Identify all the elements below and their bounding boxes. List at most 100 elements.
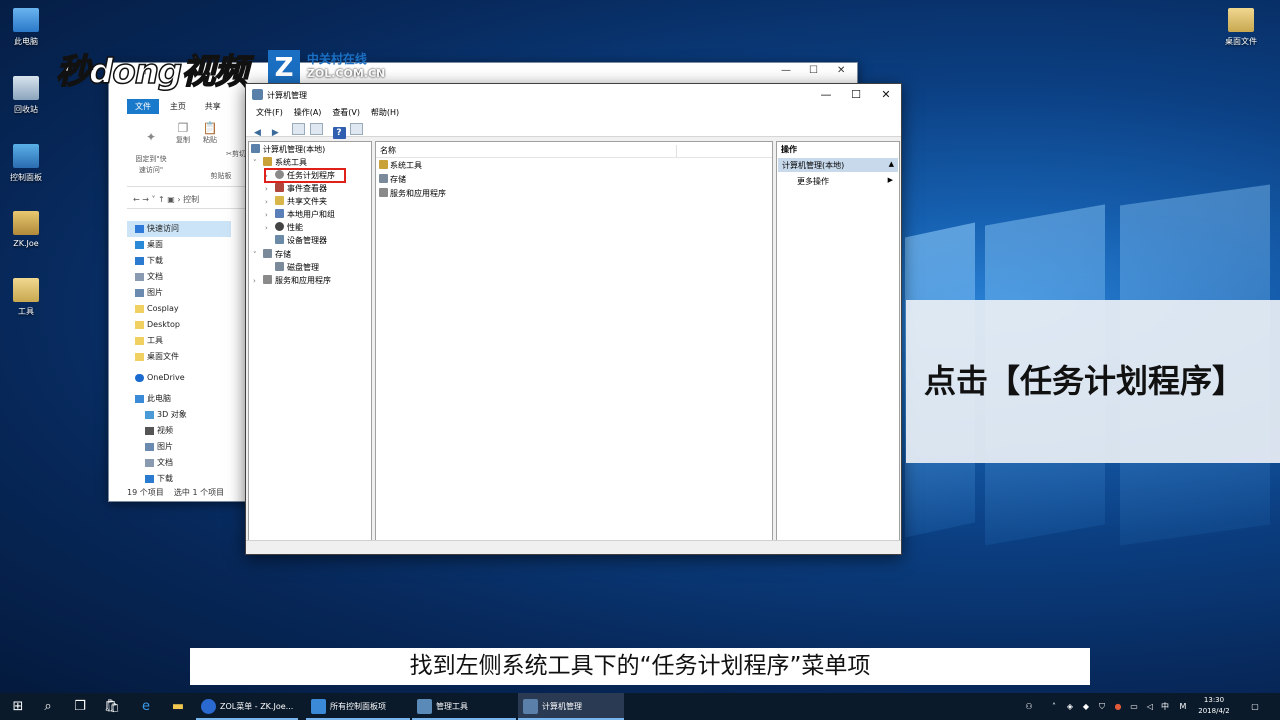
chevron-right-icon[interactable]: › xyxy=(253,275,263,288)
download-icon xyxy=(135,257,144,265)
chevron-right-icon[interactable]: › xyxy=(265,222,275,235)
more-actions-link[interactable]: 更多操作 xyxy=(797,176,829,187)
nav-arrows-icon[interactable]: ← → ˅ ↑ ▣ › xyxy=(133,195,181,204)
maximize-button[interactable]: ☐ xyxy=(809,65,818,76)
tab-file[interactable]: 文件 xyxy=(127,99,159,114)
ribbon-home: ✦ 固定到"快 速访问" ❐ 复制 📋 粘贴 ✂剪切 剪贴板 xyxy=(127,115,247,187)
desktop-icon-control-panel[interactable]: 控制面板 xyxy=(0,144,52,183)
chevron-down-icon[interactable]: ˅ xyxy=(253,249,263,262)
desktop-icon-tools[interactable]: 工具 xyxy=(0,278,52,317)
menu-help[interactable]: 帮助(H) xyxy=(367,105,403,120)
nav-3d-objects[interactable]: 3D 对象 xyxy=(127,407,231,423)
back-arrow-icon[interactable]: ◀ xyxy=(251,127,264,139)
notification-center-icon[interactable]: ▢ xyxy=(1246,693,1264,720)
tree-item-disk-management[interactable]: 磁盘管理 xyxy=(275,261,319,274)
show-hidden-icons[interactable]: ˄ xyxy=(1048,693,1060,720)
store-icon[interactable]: 🛍 xyxy=(96,693,128,720)
shield-icon[interactable]: ⛉ xyxy=(1096,693,1108,720)
nav-videos[interactable]: 视频 xyxy=(127,423,231,439)
search-icon[interactable]: ⌕ xyxy=(32,693,64,720)
nav-this-pc[interactable]: 此电脑 xyxy=(127,391,231,407)
tree-item-shared-folders[interactable]: › 共享文件夹 xyxy=(265,195,327,208)
tree-item-event-viewer[interactable]: › 事件查看器 xyxy=(265,182,327,195)
start-button[interactable]: ⊞ xyxy=(2,693,34,720)
tree-item-performance[interactable]: › 性能 xyxy=(265,221,303,234)
tree-item-storage[interactable]: ˅ 存储 xyxy=(253,248,291,261)
menu-view[interactable]: 查看(V) xyxy=(328,105,364,120)
list-item-system-tools[interactable]: 系统工具 xyxy=(379,159,422,172)
nav-desktop-folder[interactable]: Desktop xyxy=(127,317,231,333)
desktop-icon-zkjoe[interactable]: ZK.Joe xyxy=(0,211,52,248)
taskbar-app-computer-management[interactable]: 计算机管理 xyxy=(518,693,624,720)
shared-folder-icon xyxy=(275,196,284,205)
forward-arrow-icon[interactable]: ▶ xyxy=(269,127,282,139)
nav-desktop[interactable]: 桌面 xyxy=(127,237,231,253)
performance-icon xyxy=(275,222,284,231)
nav-cosplay[interactable]: Cosplay xyxy=(127,301,231,317)
help-icon[interactable]: ? xyxy=(332,127,346,139)
people-icon[interactable]: ⚇ xyxy=(1022,693,1036,720)
column-divider[interactable] xyxy=(676,145,677,157)
nav-documents-pc[interactable]: 文档 xyxy=(127,455,231,471)
tree-item-computer-management[interactable]: 计算机管理(本地) xyxy=(251,143,325,156)
desktop-icon-desktop-files[interactable]: 桌面文件 xyxy=(1215,8,1267,47)
services-icon xyxy=(379,188,388,197)
picture-icon xyxy=(145,443,154,451)
tree-item-local-users-groups[interactable]: › 本地用户和组 xyxy=(265,208,335,221)
tray-app-icon[interactable]: ◈ xyxy=(1064,693,1076,720)
nav-downloads[interactable]: 下载 xyxy=(127,253,231,269)
nav-documents[interactable]: 文档 xyxy=(127,269,231,285)
file-explorer-icon[interactable]: ▬ xyxy=(162,693,194,720)
cut-button[interactable]: ✂剪切 xyxy=(225,149,247,159)
close-button[interactable]: ✕ xyxy=(837,65,845,76)
minimize-button[interactable]: — xyxy=(811,84,841,105)
pin-quick-access-button[interactable]: ✦ 固定到"快 速访问" xyxy=(131,121,171,176)
security-icon[interactable]: ◆ xyxy=(1080,693,1092,720)
ime-mode[interactable]: M xyxy=(1176,693,1190,720)
menu-action[interactable]: 操作(A) xyxy=(290,105,326,120)
export-list-icon[interactable] xyxy=(309,123,323,135)
antivirus-icon[interactable]: ● xyxy=(1112,693,1124,720)
nav-downloads-pc[interactable]: 下载 xyxy=(127,471,231,487)
taskbar-app-zol-menu[interactable]: ZOL菜单 - ZK.Joe... xyxy=(196,693,298,720)
network-icon[interactable]: ▭ xyxy=(1128,693,1140,720)
nav-pictures[interactable]: 图片 xyxy=(127,285,231,301)
nav-tools[interactable]: 工具 xyxy=(127,333,231,349)
desktop-icon-recycle-bin[interactable]: 回收站 xyxy=(0,76,52,115)
taskbar-app-admin-tools[interactable]: 管理工具 xyxy=(412,693,516,720)
minimize-button[interactable]: — xyxy=(781,65,791,76)
tree-item-device-manager[interactable]: 设备管理器 xyxy=(275,234,327,247)
edge-browser-icon[interactable]: e xyxy=(130,693,162,720)
window-titlebar[interactable]: 计算机管理 — ☐ ✕ xyxy=(246,84,901,105)
show-action-pane-icon[interactable] xyxy=(350,123,364,135)
column-header-name[interactable]: 名称 xyxy=(376,142,772,158)
submenu-arrow-icon[interactable]: ▶ xyxy=(888,176,893,184)
list-item-storage[interactable]: 存储 xyxy=(379,173,406,186)
actions-section-computer-management[interactable]: 计算机管理(本地) ▲ xyxy=(778,158,898,172)
menu-file[interactable]: 文件(F) xyxy=(252,105,287,120)
list-item-services-applications[interactable]: 服务和应用程序 xyxy=(379,187,446,200)
address-bar[interactable]: ← → ˅ ↑ ▣ › 控制 xyxy=(127,191,257,209)
task-view-icon[interactable]: ❐ xyxy=(64,693,96,720)
paste-button[interactable]: 📋 粘贴 xyxy=(199,121,221,145)
desktop-icon-this-pc[interactable]: 此电脑 xyxy=(0,8,52,47)
copy-button[interactable]: ❐ 复制 xyxy=(173,121,193,145)
nav-pictures-pc[interactable]: 图片 xyxy=(127,439,231,455)
computer-management-window[interactable]: 计算机管理 — ☐ ✕ 文件(F) 操作(A) 查看(V) 帮助(H) ◀ ▶ … xyxy=(245,83,902,555)
volume-icon[interactable]: ◁ xyxy=(1144,693,1156,720)
tab-home[interactable]: 主页 xyxy=(162,99,194,114)
chevron-down-icon[interactable]: ˅ xyxy=(253,157,263,170)
nav-quick-access[interactable]: 快速访问 xyxy=(127,221,231,237)
nav-desktop-files[interactable]: 桌面文件 xyxy=(127,349,231,365)
collapse-up-icon[interactable]: ▲ xyxy=(889,160,894,168)
close-button[interactable]: ✕ xyxy=(871,84,901,105)
cloud-icon xyxy=(135,374,144,382)
ime-language[interactable]: 中 xyxy=(1158,693,1172,720)
maximize-button[interactable]: ☐ xyxy=(841,84,871,105)
system-clock[interactable]: 13:30 2018/4/2 xyxy=(1194,695,1234,717)
tab-share[interactable]: 共享 xyxy=(197,99,229,114)
tree-item-services-applications[interactable]: › 服务和应用程序 xyxy=(253,274,331,287)
show-console-tree-icon[interactable] xyxy=(291,123,305,135)
nav-onedrive[interactable]: OneDrive xyxy=(127,370,231,386)
taskbar-app-control-panel[interactable]: 所有控制面板项 xyxy=(306,693,410,720)
